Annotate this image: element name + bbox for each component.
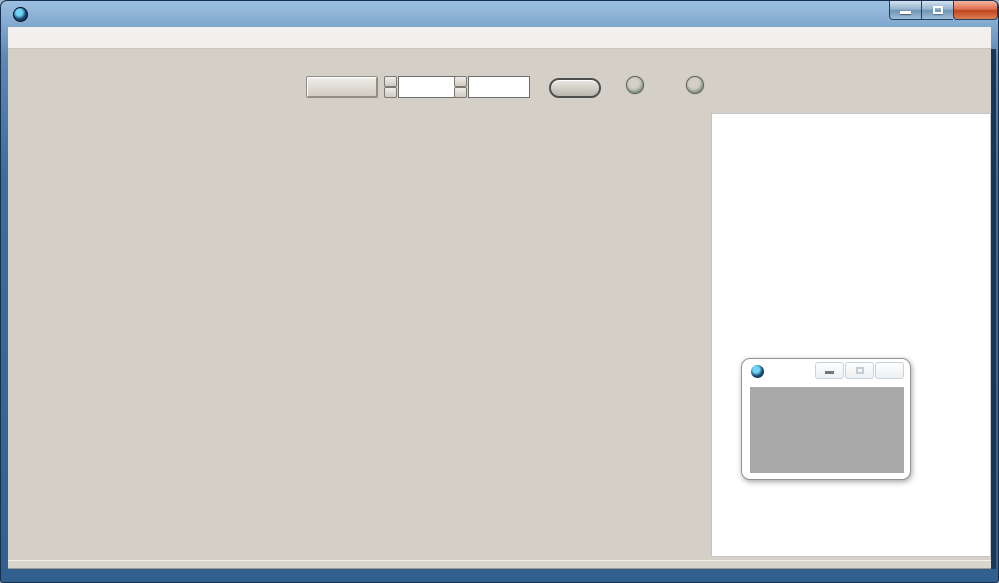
maximize-button[interactable]	[922, 1, 953, 20]
title-bar[interactable]	[1, 1, 999, 27]
pass-dialog-close-button[interactable]	[875, 362, 904, 379]
minimize-icon	[900, 11, 911, 14]
app-icon	[13, 7, 28, 22]
client-area	[8, 49, 991, 569]
frame-edge	[991, 49, 996, 569]
output-level-control	[306, 76, 378, 98]
show-cursor-toggle[interactable]	[549, 78, 601, 98]
pass-dialog-icon	[751, 365, 764, 378]
spin-up-icon[interactable]	[454, 76, 467, 87]
frequency-spinner[interactable]	[384, 76, 397, 98]
minimize-button[interactable]	[889, 1, 922, 20]
close-button[interactable]	[953, 1, 998, 20]
amplitude-control	[454, 76, 531, 98]
left-ear-overload-led	[626, 76, 644, 94]
frequency-control	[384, 76, 461, 98]
app-window	[0, 0, 999, 583]
output-level-dropdown[interactable]	[306, 76, 378, 98]
minimize-icon	[825, 371, 834, 374]
toolbar	[8, 49, 991, 111]
frequency-input[interactable]	[398, 76, 460, 98]
maximize-icon	[856, 367, 864, 374]
results-table	[711, 113, 991, 557]
amplitude-input[interactable]	[468, 76, 530, 98]
status-strip	[8, 560, 991, 569]
maximize-icon	[933, 6, 943, 14]
pass-dialog-minimize-button[interactable]	[815, 362, 844, 379]
spin-down-icon[interactable]	[454, 87, 467, 98]
right-ear-overload-led	[686, 76, 704, 94]
amplitude-spinner[interactable]	[454, 76, 467, 98]
measurement-chart	[8, 111, 718, 569]
spin-up-icon[interactable]	[384, 76, 397, 87]
pass-dialog[interactable]	[741, 358, 911, 480]
pass-result-frame	[750, 387, 904, 473]
pass-dialog-titlebar[interactable]	[742, 359, 910, 383]
spin-down-icon[interactable]	[384, 87, 397, 98]
menu-bar	[8, 27, 991, 49]
show-cursor-control	[549, 78, 601, 98]
pass-dialog-maximize-button[interactable]	[845, 362, 874, 379]
pass-result-panel	[756, 393, 898, 467]
